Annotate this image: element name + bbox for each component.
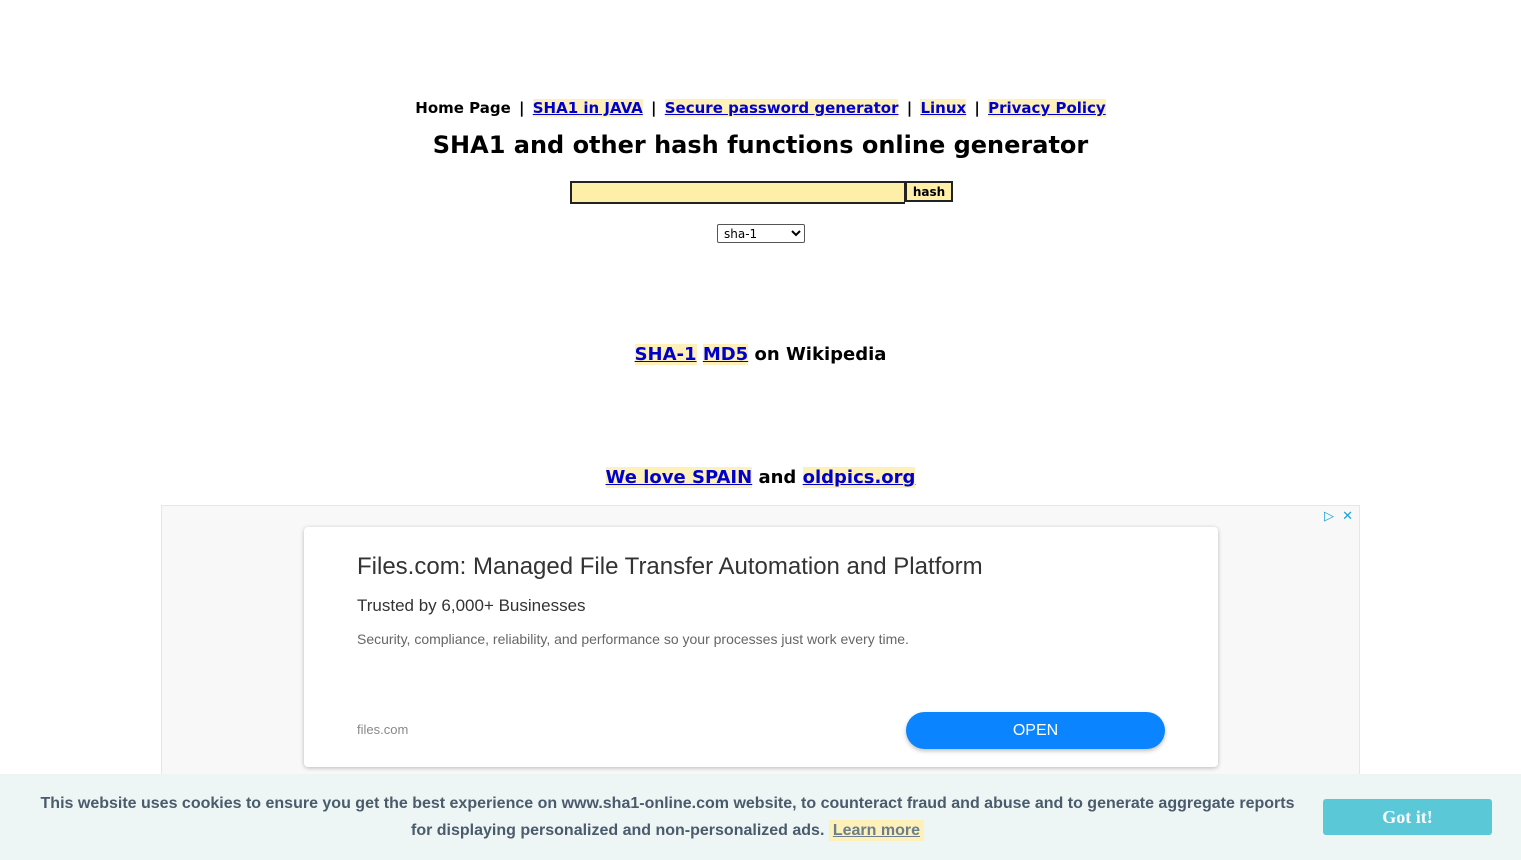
nav-separator: |: [974, 99, 980, 117]
ad-subtitle: Trusted by 6,000+ Businesses: [357, 596, 586, 615]
hash-input[interactable]: [570, 181, 905, 204]
nav-link-sha1-java[interactable]: SHA1 in JAVA: [532, 99, 643, 117]
nav-link-linux[interactable]: Linux: [920, 99, 967, 117]
top-nav: Home Page | SHA1 in JAVA | Secure passwo…: [0, 99, 1521, 117]
close-icon[interactable]: ✕: [1342, 509, 1353, 524]
hash-form: hash: [570, 181, 953, 204]
ad-card[interactable]: Files.com: Managed File Transfer Automat…: [304, 527, 1218, 767]
promo-and: and: [758, 467, 797, 488]
ad-open-button[interactable]: OPEN: [906, 712, 1165, 749]
wiki-link-md5[interactable]: MD5: [702, 344, 749, 365]
nav-separator: |: [651, 99, 657, 117]
ad-controls: ▷ ✕: [1320, 509, 1353, 524]
algorithm-select[interactable]: sha-1: [717, 224, 805, 243]
ad-description: Security, compliance, reliability, and p…: [357, 631, 909, 647]
nav-link-privacy-policy[interactable]: Privacy Policy: [988, 99, 1106, 117]
ad-container: ▷ ✕ Files.com: Managed File Transfer Aut…: [161, 505, 1360, 785]
cookie-message-block: This website uses cookies to ensure you …: [30, 790, 1305, 844]
promo-links: We love SPAIN and oldpics.org: [0, 467, 1521, 488]
cookie-learn-more-link[interactable]: Learn more: [828, 820, 924, 841]
wikipedia-links: SHA-1 MD5 on Wikipedia: [0, 344, 1521, 365]
nav-separator: |: [906, 99, 913, 117]
ad-title[interactable]: Files.com: Managed File Transfer Automat…: [357, 553, 983, 581]
wiki-suffix: on Wikipedia: [754, 344, 887, 365]
page-title: SHA1 and other hash functions online gen…: [432, 131, 1089, 159]
promo-link-spain[interactable]: We love SPAIN: [605, 467, 753, 488]
promo-link-oldpics[interactable]: oldpics.org: [802, 467, 916, 488]
cookie-message: This website uses cookies to ensure you …: [40, 795, 1295, 839]
cookie-banner: This website uses cookies to ensure you …: [0, 774, 1521, 860]
cookie-accept-button[interactable]: Got it!: [1323, 799, 1492, 835]
ad-choices-icon[interactable]: ▷: [1324, 509, 1334, 524]
hash-button[interactable]: hash: [905, 181, 953, 202]
nav-separator: |: [519, 99, 525, 117]
nav-home: Home Page: [415, 99, 511, 117]
wiki-link-sha1[interactable]: SHA-1: [634, 344, 697, 365]
nav-link-password-generator[interactable]: Secure password generator: [664, 99, 899, 117]
ad-domain: files.com: [357, 722, 409, 737]
